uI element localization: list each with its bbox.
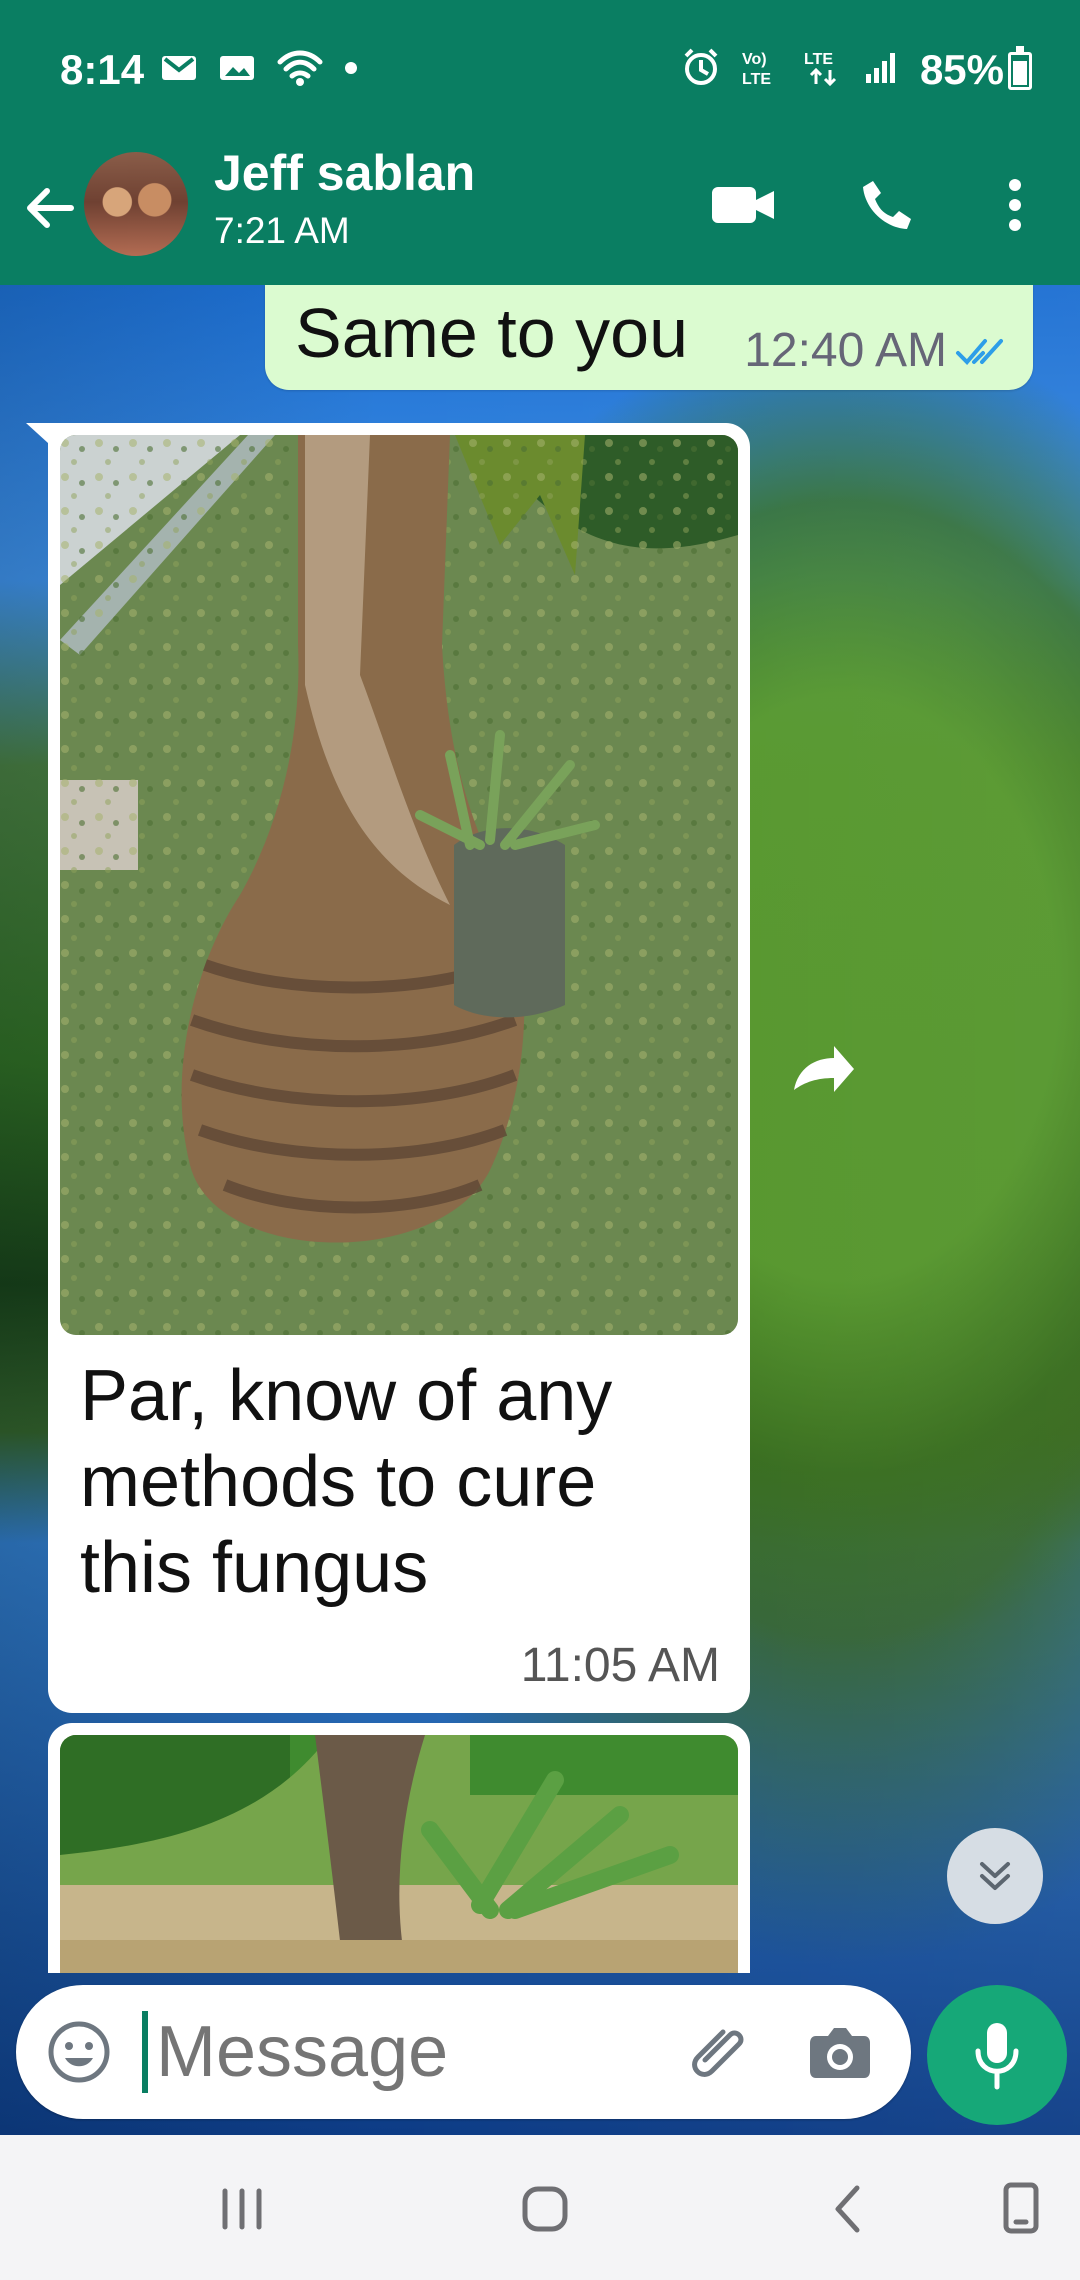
alarm-icon [684, 48, 718, 85]
phone-call-icon [863, 181, 911, 229]
mail-icon [162, 56, 196, 80]
forward-icon[interactable] [788, 1040, 858, 1100]
status-bar: 8:14 Vo) LTE LTE 85% [0, 0, 1080, 140]
status-left-icons [160, 48, 358, 88]
recent-apps-icon [222, 2188, 262, 2230]
sent-message[interactable]: Same to you 12:40 AM [265, 285, 1033, 390]
notification-dot-icon [345, 62, 357, 74]
svg-text:Vo): Vo) [742, 51, 767, 68]
lte-icon: LTE [804, 51, 837, 87]
message-composer[interactable] [16, 1985, 911, 2119]
top-app-bar: 8:14 Vo) LTE LTE 85% Jeff sablan 7:21 AM [0, 0, 1080, 285]
status-time: 8:14 [60, 46, 145, 93]
battery-percentage: 85% [919, 46, 1004, 93]
svg-text:LTE: LTE [804, 51, 833, 68]
accessibility-icon [1003, 2182, 1039, 2234]
signal-icon [866, 53, 895, 83]
home-button[interactable] [505, 2169, 585, 2249]
emoji-icon[interactable] [44, 2017, 114, 2087]
phone-call-button[interactable] [852, 170, 922, 240]
microphone-icon [975, 2023, 1019, 2090]
last-seen-time: 7:21 AM [214, 210, 350, 251]
more-options-button[interactable] [980, 170, 1050, 240]
system-navigation-bar [0, 2135, 1080, 2280]
paperclip-icon[interactable] [681, 2016, 753, 2088]
read-receipt-icon [956, 339, 1003, 365]
camera-icon[interactable] [804, 2016, 876, 2088]
sent-message-text: Same to you [295, 294, 688, 372]
battery-icon [1008, 46, 1032, 90]
back-icon [835, 2185, 860, 2233]
video-call-button[interactable] [708, 170, 778, 240]
wifi-icon [277, 50, 323, 86]
voice-message-button[interactable] [927, 1985, 1067, 2125]
status-right-icons: Vo) LTE LTE [680, 46, 902, 88]
text-cursor [142, 2011, 148, 2093]
incoming-photo-message[interactable]: Par, know of any methods to cure this fu… [26, 423, 750, 1713]
home-icon [522, 2186, 568, 2232]
battery-level [1013, 61, 1027, 85]
volte-icon: Vo) LTE [742, 51, 771, 88]
message-input[interactable] [156, 2009, 676, 2095]
palm-trunk-photo[interactable] [60, 435, 738, 1335]
incoming-message-text: Par, know of any methods to cure this fu… [80, 1356, 613, 1608]
accessibility-button[interactable] [982, 2169, 1062, 2249]
image-icon [220, 56, 254, 80]
svg-text:LTE: LTE [742, 71, 771, 88]
incoming-message-time: 11:05 AM [520, 1639, 720, 1692]
garden-photo[interactable] [60, 1735, 738, 1973]
chat-header: Jeff sablan 7:21 AM [0, 140, 1080, 285]
back-arrow-icon[interactable] [20, 178, 80, 238]
more-options-icon [1009, 179, 1021, 231]
sent-message-time: 12:40 AM [744, 324, 947, 377]
video-call-icon [712, 187, 774, 223]
system-back-button[interactable] [808, 2169, 888, 2249]
recent-apps-button[interactable] [202, 2169, 282, 2249]
scroll-to-bottom-button[interactable] [947, 1828, 1043, 1924]
double-chevron-down-icon [980, 1862, 1010, 1890]
contact-avatar[interactable] [84, 152, 188, 256]
incoming-photo-message-partial[interactable] [48, 1723, 750, 1973]
contact-name[interactable]: Jeff sablan [214, 144, 475, 202]
